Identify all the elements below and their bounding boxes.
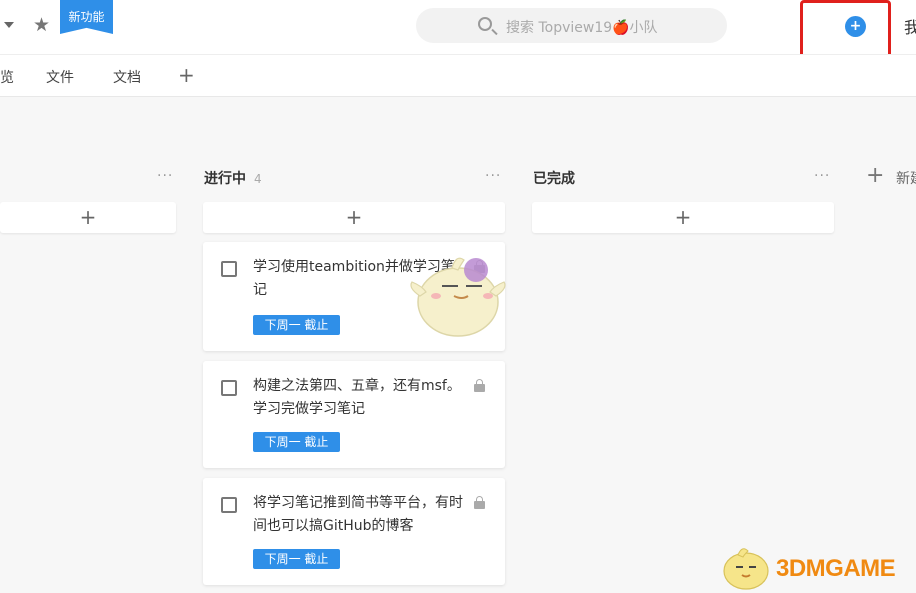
new-column-button[interactable]: 新建 <box>896 168 916 188</box>
due-date-badge: 下周一 截止 <box>253 315 340 335</box>
search-input[interactable]: 搜索 Topview19🍎小队 <box>506 17 658 37</box>
top-header: ★ 新功能 搜索 Topview19🍎小队 + 我 <box>0 0 916 54</box>
mascot-sticker <box>410 257 506 337</box>
task-card[interactable]: 构建之法第四、五章，还有msf。学习完做学习笔记 下周一 截止 <box>203 361 505 468</box>
search-bar[interactable]: 搜索 Topview19🍎小队 <box>416 8 727 43</box>
column-more-icon[interactable]: ··· <box>157 168 173 184</box>
me-menu[interactable]: 我 <box>904 14 916 38</box>
column-more-icon[interactable]: ··· <box>485 168 501 184</box>
add-task-button[interactable]: + <box>203 202 505 233</box>
task-card[interactable]: 将学习笔记推到简书等平台，有时间也可以搞GitHub的博客 下周一 截止 <box>203 478 505 585</box>
search-icon <box>478 17 492 31</box>
due-date-badge: 下周一 截止 <box>253 549 340 569</box>
watermark: 3DMGAME <box>718 545 912 591</box>
task-title: 将学习笔记推到简书等平台，有时间也可以搞GitHub的博客 <box>253 495 463 534</box>
watermark-text: 3DMGAME <box>776 555 896 582</box>
lock-icon <box>474 379 485 392</box>
new-column-plus-icon[interactable]: + <box>866 163 884 188</box>
due-date-badge: 下周一 截止 <box>253 432 340 452</box>
column-header-in-progress: 进行中 4 <box>204 168 262 188</box>
chevron-down-icon[interactable] <box>4 22 14 28</box>
column-count: 4 <box>254 172 262 186</box>
task-checkbox[interactable] <box>221 380 237 396</box>
tab-overview[interactable]: 览 <box>0 67 14 87</box>
watermark-logo-icon <box>723 548 769 590</box>
column-title: 进行中 <box>204 171 246 187</box>
add-tab-button[interactable]: + <box>178 63 195 87</box>
task-checkbox[interactable] <box>221 497 237 513</box>
add-task-button[interactable]: + <box>0 202 176 233</box>
lock-icon <box>474 496 485 509</box>
tab-bar: 览 文件 文档 + <box>0 54 916 97</box>
task-checkbox[interactable] <box>221 261 237 277</box>
new-feature-badge[interactable]: 新功能 <box>60 0 113 34</box>
column-header-done: 已完成 <box>533 168 575 188</box>
tab-files[interactable]: 文件 <box>46 67 74 87</box>
tab-docs[interactable]: 文档 <box>113 67 141 87</box>
column-more-icon[interactable]: ··· <box>814 168 830 184</box>
star-icon[interactable]: ★ <box>33 14 50 36</box>
add-task-button[interactable]: + <box>532 202 834 233</box>
column-title: 已完成 <box>533 171 575 187</box>
task-title: 构建之法第四、五章，还有msf。学习完做学习笔记 <box>253 378 461 417</box>
